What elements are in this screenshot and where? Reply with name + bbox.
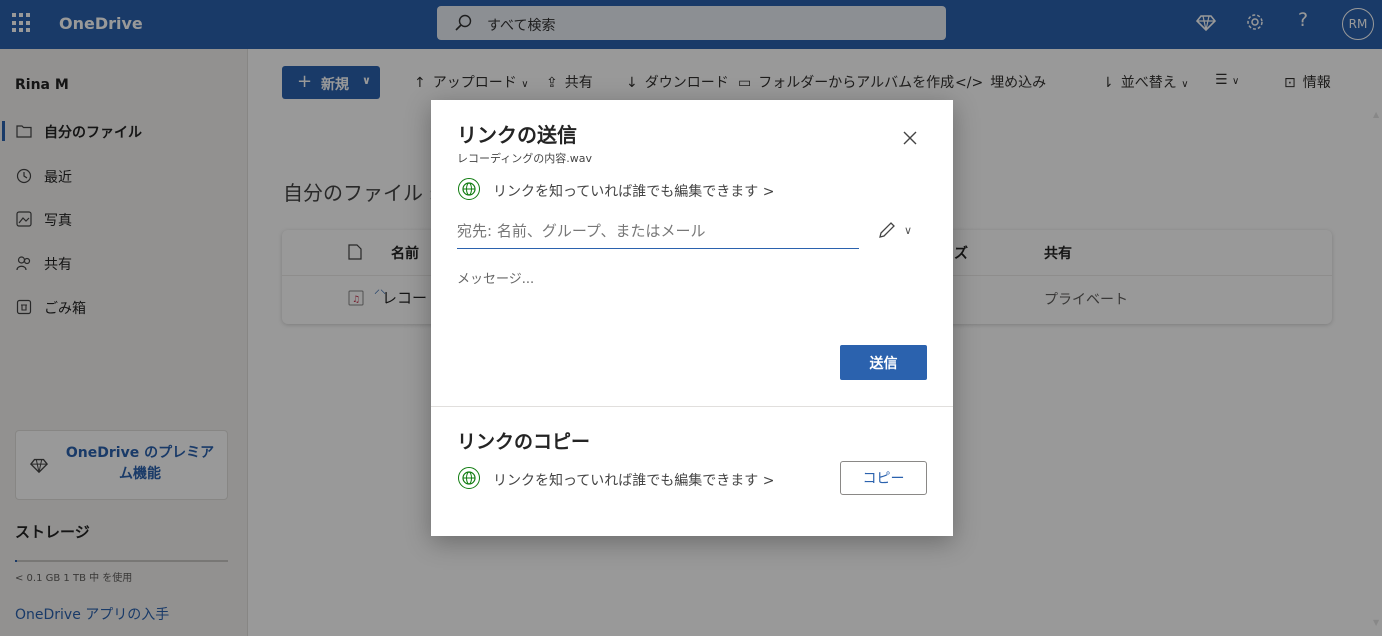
dialog-file-name: レコーディングの内容.wav: [457, 152, 592, 165]
dialog-title: リンクの送信: [457, 123, 577, 147]
scrollbar[interactable]: ▲ ▼: [1372, 110, 1382, 636]
send-link-dialog: リンクの送信 レコーディングの内容.wav リンクを知っていれば誰でも編集できま…: [431, 100, 953, 536]
copy-link-title: リンクのコピー: [457, 431, 591, 453]
link-permission-button[interactable]: リンクを知っていれば誰でも編集できます >: [493, 181, 775, 201]
copy-link-permission-button[interactable]: リンクを知っていれば誰でも編集できます >: [493, 470, 775, 490]
message-input[interactable]: [457, 268, 927, 328]
divider: [431, 406, 953, 407]
send-button[interactable]: 送信: [840, 345, 927, 380]
pencil-edit-icon[interactable]: [877, 220, 897, 244]
chevron-down-icon[interactable]: ∨: [904, 224, 912, 237]
chevron-right-icon: >: [762, 473, 775, 489]
copy-button[interactable]: コピー: [840, 461, 927, 495]
globe-icon: [458, 178, 480, 200]
scroll-up-icon[interactable]: ▲: [1373, 110, 1379, 119]
recipients-field[interactable]: [457, 217, 859, 249]
recipients-input[interactable]: [457, 217, 857, 245]
scroll-down-icon[interactable]: ▼: [1373, 618, 1379, 627]
close-icon[interactable]: [901, 129, 919, 147]
globe-icon: [458, 467, 480, 489]
chevron-right-icon: >: [762, 184, 775, 200]
